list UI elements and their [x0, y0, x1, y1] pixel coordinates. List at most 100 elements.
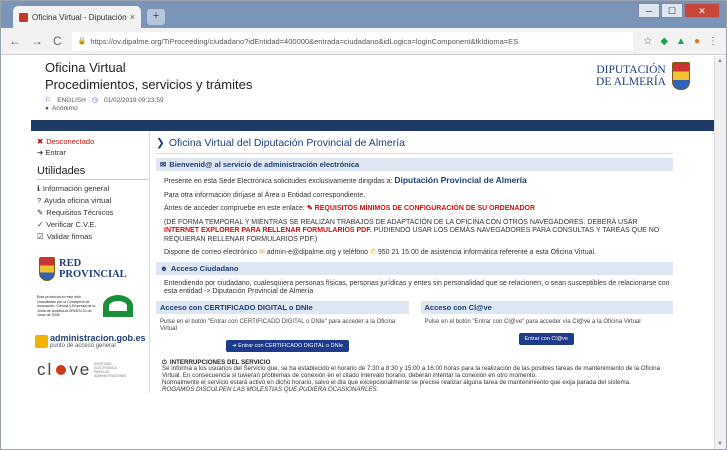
login-link[interactable]: ➜ Entrar — [37, 148, 149, 157]
browser-extensions: ☆ ◆ ▲ ● ⋮ — [643, 36, 718, 47]
favicon-icon — [19, 12, 28, 22]
tab-strip: Oficina Virtual - Diputación Prov... × +… — [1, 1, 726, 28]
welcome-text: Bienvenid@ al servicio de administración… — [169, 160, 360, 169]
wrench-icon: ✎ — [37, 208, 44, 217]
main-content: ❯ Oficina Virtual del Diputación Provinc… — [149, 131, 679, 394]
url-bar[interactable]: 🔒 https://ov.dipalme.org/TiProceeding/ci… — [71, 31, 634, 51]
header-meta: ⚐ ENGLISH ◷ 01/02/2019 09:23:59 — [45, 96, 714, 105]
maximize-button[interactable]: ☐ — [661, 3, 683, 18]
utility-label: Requisitos Técnicos — [46, 208, 114, 217]
certificate-button-label: Entrar con CERTIFICADO DIGITAL o DNIe — [238, 342, 344, 349]
menu-icon[interactable]: ⋮ — [708, 36, 718, 47]
tab-close-icon[interactable]: × — [130, 12, 135, 22]
support-text-b: y teléfono — [337, 249, 369, 256]
administracion-icon — [35, 335, 48, 348]
junta-text: Ente provincial en este sitio consolidad… — [37, 295, 96, 317]
red-provincial-logo[interactable]: RED PROVINCIAL — [39, 257, 149, 281]
other-info-paragraph: Para otra información diríjase al Área o… — [164, 191, 366, 199]
diputacion-logo-text: DIPUTACIÓN DE ALMERÍA — [596, 64, 666, 88]
utility-label: Validar firmas — [46, 232, 93, 241]
lock-icon: 🔒 — [77, 38, 87, 45]
tab-title: Oficina Virtual - Diputación Prov... — [32, 12, 126, 22]
login-label: Entrar — [45, 148, 66, 157]
star-icon[interactable]: ☆ — [643, 36, 652, 47]
login-icon: ➜ — [37, 148, 44, 157]
utility-link-2[interactable]: ✎ Requisitos Técnicos — [37, 208, 149, 217]
clave-logo[interactable]: cl ve IDENTIDAD ELECTRÓNICA PARA LAS ADM… — [37, 360, 149, 380]
extension-icon-2[interactable]: ▲ — [676, 36, 686, 47]
vertical-scrollbar[interactable]: ▲ ▼ — [714, 56, 726, 449]
support-phone: 950 21 15 00 — [377, 249, 419, 256]
clave-text-end: ve — [69, 359, 92, 379]
language-link[interactable]: ENGLISH — [57, 97, 86, 104]
support-paragraph: Dispone de correo electrónico ✉ admin-e@… — [164, 249, 673, 258]
certificate-login-button[interactable]: ➜ Entrar con CERTIFICADO DIGITAL o DNIe — [226, 339, 350, 352]
utility-label: Ayuda oficina virtual — [44, 196, 112, 205]
access-methods: Acceso con CERTIFICADO DIGITAL o DNIe Pu… — [156, 300, 673, 352]
utility-link-3[interactable]: ✓ Verificar C.V.E. — [37, 220, 149, 229]
browser-tab[interactable]: Oficina Virtual - Diputación Prov... × — [13, 6, 141, 28]
utility-link-0[interactable]: ℹ Información general — [37, 184, 149, 193]
access-paragraph: Entendiendo por ciudadano, cualesquiera … — [164, 279, 670, 296]
requirements-paragraph: Antes de acceder compruebe en este enlac… — [164, 205, 673, 214]
scroll-up-icon[interactable]: ▲ — [717, 58, 723, 64]
reload-button[interactable]: C — [53, 34, 62, 48]
intro-text: Presente en esta Sede Electrónica solici… — [164, 178, 393, 185]
administracion-line1: administracion.gob.es — [50, 332, 146, 343]
new-tab-button[interactable]: + — [147, 9, 165, 25]
red-provincial-shield-icon — [39, 257, 55, 281]
minimize-button[interactable]: ─ — [638, 3, 660, 18]
junta-andalucia-logo[interactable]: Ente provincial en este sitio consolidad… — [37, 295, 149, 318]
back-button[interactable]: ← — [9, 34, 21, 48]
page-body: ✖ Desconectado ➜ Entrar Utilidades ℹ Info… — [1, 131, 714, 394]
scroll-down-icon[interactable]: ▼ — [717, 441, 723, 447]
diputacion-logo[interactable]: DIPUTACIÓN DE ALMERÍA — [596, 62, 690, 90]
utility-label: Verificar C.V.E. — [46, 220, 97, 229]
entity-name: Diputación Provincial de Almería — [394, 175, 527, 185]
requirements-link[interactable]: ✎ REQUISITOS MÍNIMOS DE CONFIGURACIÓN DE… — [307, 205, 535, 212]
profile-icon[interactable]: ● — [694, 36, 700, 47]
wrench-icon: ✎ — [306, 205, 313, 212]
clock-icon: ◷ — [91, 97, 98, 104]
email-icon: ✉ — [258, 249, 265, 256]
nav-bar — [31, 120, 714, 131]
administracion-logo[interactable]: administracion.gob.es punto de acceso ge… — [35, 332, 149, 350]
logo-line2: DE ALMERÍA — [596, 76, 666, 88]
welcome-bar: ✉ Bienvenid@ al servicio de administraci… — [156, 158, 673, 171]
clave-at-icon — [56, 364, 67, 375]
certificate-text: Pulse en el botón "Entrar con CERTIFICAD… — [160, 318, 396, 332]
utilities-heading: Utilidades — [37, 165, 149, 180]
main-title: ❯ Oficina Virtual del Diputación Provinc… — [156, 137, 673, 154]
login-icon: ➜ — [232, 342, 237, 349]
chevron-right-icon: ❯ — [156, 137, 165, 149]
user-icon: ● — [45, 105, 49, 112]
browser-window: Oficina Virtual - Diputación Prov... × +… — [0, 0, 727, 450]
utility-link-1[interactable]: ? Ayuda oficina virtual — [37, 196, 149, 205]
service-interruptions: ⏻ INTERRUPCIONES DEL SERVICIO Se informa… — [162, 359, 673, 394]
administracion-line2: punto de acceso general — [50, 342, 116, 349]
clave-access: Acceso con Cl@ve Pulse en el botón "Entr… — [420, 300, 673, 352]
support-text-c: de asistencia informática referente a es… — [420, 249, 597, 256]
interruptions-text-1: Se informa a los usuarios del Servicio q… — [162, 365, 661, 380]
interruptions-apology: ROGAMOS DISCULPEN LAS MOLESTIAS QUE PUDI… — [162, 385, 379, 393]
main-title-text: Oficina Virtual del Diputación Provincia… — [168, 137, 405, 149]
administracion-text: administracion.gob.es punto de acceso ge… — [50, 332, 146, 350]
certificate-access: Acceso con CERTIFICADO DIGITAL o DNIe Pu… — [156, 300, 409, 352]
junta-emblem-icon — [103, 295, 133, 317]
close-button[interactable]: ✕ — [684, 3, 720, 18]
utilities-list: ℹ Información general? Ayuda oficina virtu… — [31, 184, 149, 241]
check-icon: ✓ — [37, 220, 44, 229]
url-text: https://ov.dipalme.org/TiProceeding/ciud… — [90, 36, 519, 46]
clave-login-button[interactable]: Entrar con Cl@ve — [518, 332, 574, 345]
help-icon: ? — [37, 196, 42, 205]
site-header: Oficina Virtual Procedimientos, servicio… — [1, 56, 714, 116]
user-info: ● Anónimo — [45, 105, 714, 112]
datetime: 01/02/2019 09:23:59 — [103, 96, 164, 104]
forward-button[interactable]: → — [31, 34, 43, 48]
red-provincial-line1: RED — [59, 258, 82, 269]
window-controls: ─ ☐ ✕ — [638, 3, 720, 18]
extension-icon[interactable]: ◆ — [660, 36, 668, 47]
utility-link-4[interactable]: ☑ Validar firmas — [37, 232, 149, 241]
coat-of-arms-icon — [672, 62, 690, 90]
support-email[interactable]: admin-e@dipalme.org — [267, 249, 336, 256]
